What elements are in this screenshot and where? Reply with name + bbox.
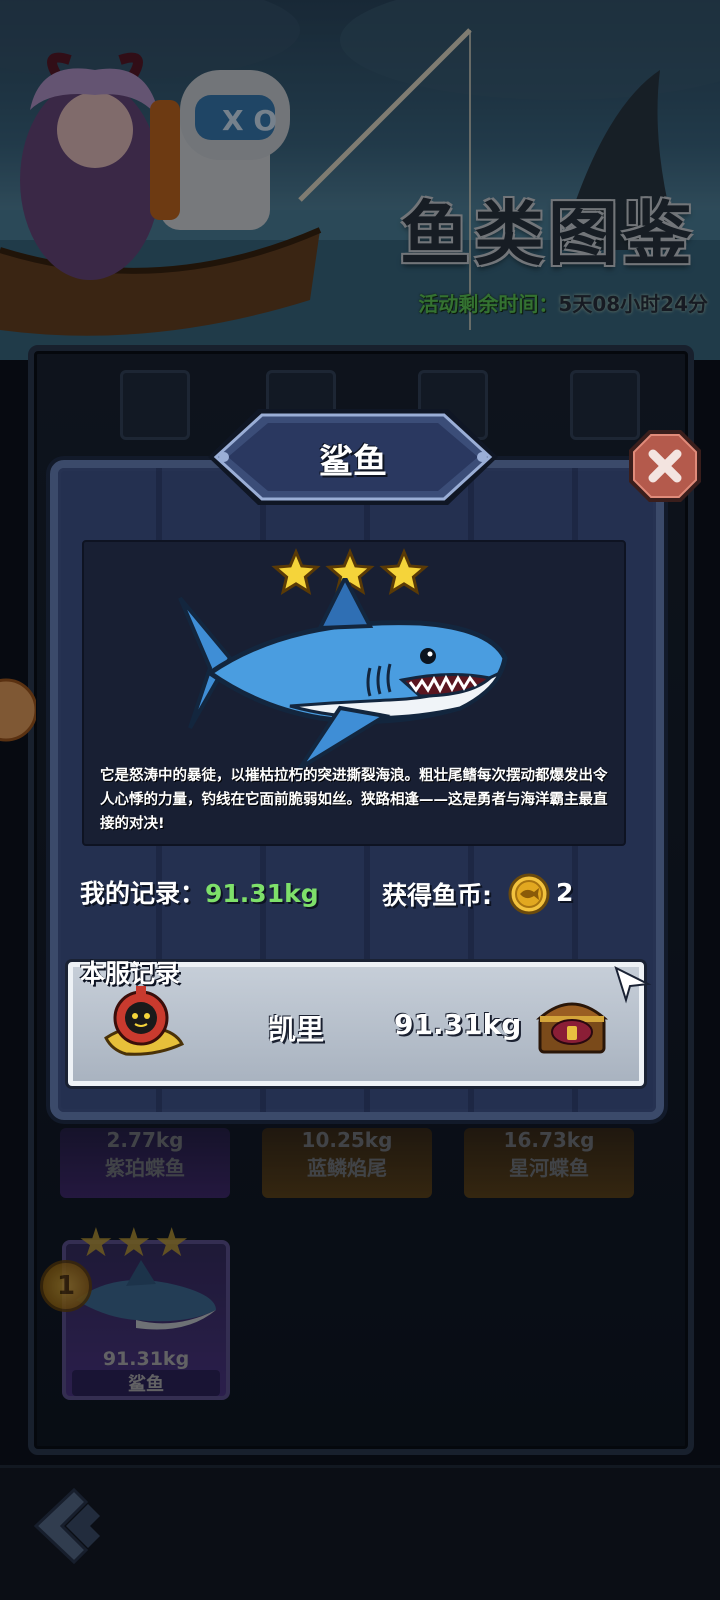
my-record-label: 我的记录：: [80, 879, 206, 908]
fish-description: 它是怒涛中的暴徒，以摧枯拉朽的突进撕裂海浪。粗壮尾鳍每次摆动都爆发出令人心悸的力…: [100, 768, 608, 832]
fish-name-title: 鲨鱼: [319, 442, 387, 482]
coins-label: 获得鱼币:: [382, 881, 492, 910]
shark-illustration: [178, 578, 508, 770]
close-button[interactable]: [627, 428, 703, 504]
my-record: 我的记录：91.31kg: [80, 874, 319, 910]
my-record-value: 91.31kg: [205, 879, 319, 908]
server-record-player: 凯里: [268, 1013, 325, 1046]
treasure-chest-icon[interactable]: [534, 990, 610, 1056]
player-avatar[interactable]: [96, 984, 186, 1070]
server-record-weight: 91.31kg: [394, 1008, 522, 1041]
coins-value: 2: [556, 878, 574, 907]
corner-arrow-icon: [614, 966, 652, 1004]
fish-coin-icon: [508, 873, 550, 915]
